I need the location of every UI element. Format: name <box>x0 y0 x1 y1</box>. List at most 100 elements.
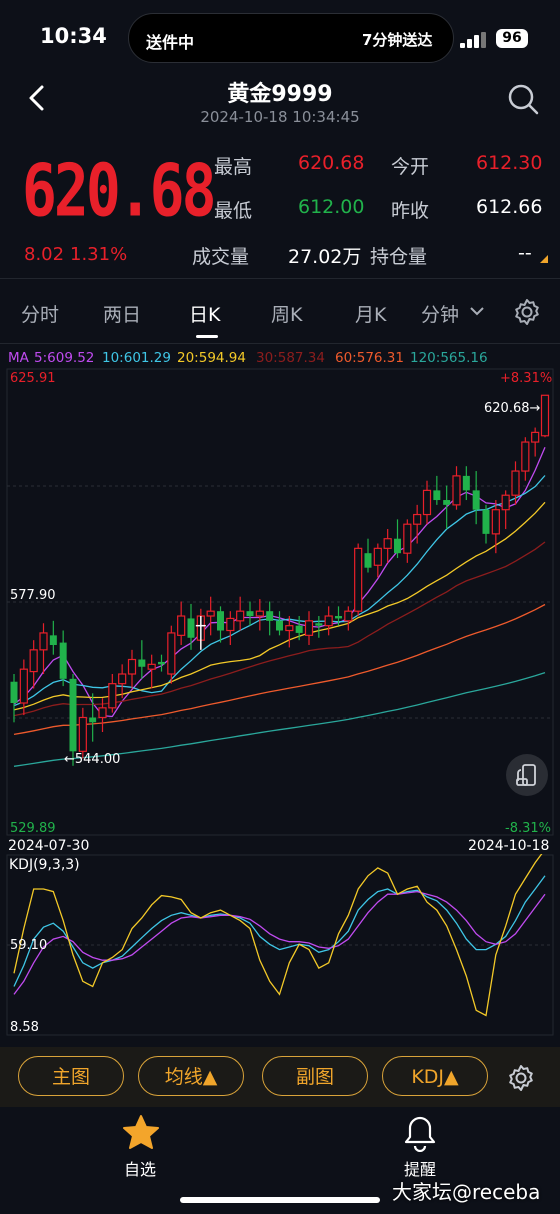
candle-body <box>315 623 323 626</box>
last-price-marker: 620.68→ <box>484 401 541 416</box>
candle-body <box>285 625 294 632</box>
candle-body <box>89 717 97 723</box>
candle-body <box>147 663 156 670</box>
open-value: 612.30 <box>476 152 543 174</box>
position-label: 持仓量 <box>370 246 428 268</box>
candle-body <box>118 673 127 685</box>
candle-body <box>226 617 235 632</box>
candle-body <box>158 661 165 665</box>
candle-body <box>59 642 67 679</box>
candle-body <box>472 490 480 510</box>
candle-body <box>266 611 274 621</box>
candle-body <box>433 490 441 501</box>
watermark: 大家坛@receba <box>392 1180 541 1204</box>
candle-body <box>452 475 461 506</box>
candle-body <box>531 431 540 443</box>
candle-body <box>482 509 490 534</box>
kdj-chart[interactable] <box>0 854 560 1038</box>
candle-body <box>78 716 87 752</box>
candlestick-chart[interactable] <box>0 368 560 838</box>
price-change-percent: 1.31% <box>70 244 128 265</box>
active-tab-indicator <box>196 335 218 338</box>
candle-body <box>127 658 137 675</box>
chart-top-percent: +8.31% <box>500 371 553 386</box>
candle-body <box>521 441 530 472</box>
tab-minute[interactable]: 分钟 <box>421 300 459 327</box>
nav-watchlist[interactable]: 自选 <box>124 1156 156 1180</box>
landscape-toggle-icon[interactable] <box>506 754 548 796</box>
tab-daily-k[interactable]: 日K <box>189 300 220 327</box>
open-label: 今开 <box>391 156 430 178</box>
candle-body <box>39 632 48 651</box>
candle-body <box>422 489 432 516</box>
candle-body <box>324 615 333 627</box>
volume-value: 27.02万 <box>288 246 362 268</box>
high-value: 620.68 <box>298 152 365 174</box>
main-chart-button[interactable]: 主图 <box>18 1056 124 1096</box>
candle-body <box>236 610 245 622</box>
candle-body <box>373 547 382 566</box>
bell-icon[interactable] <box>402 1114 438 1156</box>
ma-prefix: MA <box>8 350 29 366</box>
divider <box>0 343 560 344</box>
price-change: 8.02 <box>24 244 65 265</box>
quote-datetime: 2024-10-18 10:34:45 <box>200 108 360 126</box>
prev-close-label: 昨收 <box>391 200 430 222</box>
indicator-settings-icon[interactable] <box>507 1064 535 1096</box>
tab-intraday[interactable]: 分时 <box>21 300 59 327</box>
kdj-d-line <box>13 890 546 995</box>
start-date: 2024-07-30 <box>8 838 90 854</box>
candle-body <box>364 553 372 568</box>
candle-body <box>304 620 314 636</box>
period-low-marker: ←544.00 <box>64 752 121 767</box>
candle-body <box>462 475 470 491</box>
candle-body <box>255 610 264 617</box>
candle-body <box>69 678 77 752</box>
page-title: 黄金9999 <box>227 82 333 107</box>
kdj-indicator-button[interactable]: KDJ▲ <box>382 1056 488 1096</box>
chart-bottom-price: 529.89 <box>10 821 56 836</box>
sub-chart-button[interactable]: 副图 <box>262 1056 368 1096</box>
ma30-value: 30:587.34 <box>256 350 325 366</box>
chart-bottom-percent: -8.31% <box>505 821 551 836</box>
ma20-line <box>13 501 546 711</box>
candle-body <box>167 632 176 675</box>
candle-body <box>335 616 342 619</box>
volume-label: 成交量 <box>192 246 250 268</box>
home-indicator[interactable] <box>180 1197 380 1203</box>
high-label: 最高 <box>214 156 253 178</box>
chevron-down-icon[interactable] <box>468 303 486 322</box>
search-icon[interactable] <box>506 82 540 116</box>
kdj-k-line <box>13 875 546 987</box>
candle-body <box>511 470 520 496</box>
ma10-value: 10:601.29 <box>102 350 171 366</box>
last-price: 620.68 <box>22 148 217 233</box>
tab-weekly-k[interactable]: 周K <box>271 300 302 327</box>
kdj-title: KDJ(9,3,3) <box>9 857 80 873</box>
kdj-level-mid: 59.10 <box>10 938 48 953</box>
low-label: 最低 <box>214 200 253 222</box>
tab-monthly-k[interactable]: 月K <box>355 300 386 327</box>
ma120-value: 120:565.16 <box>410 350 488 366</box>
end-date: 2024-10-18 <box>468 838 550 854</box>
candle-body <box>403 523 412 554</box>
moving-average-button[interactable]: 均线▲ <box>138 1056 244 1096</box>
candle-body <box>344 610 353 622</box>
ma60-value: 60:576.31 <box>335 350 404 366</box>
ma20-value: 20:594.94 <box>177 350 246 366</box>
chart-mid-price: 577.90 <box>10 588 56 603</box>
candle-body <box>19 668 28 704</box>
candle-body <box>383 538 392 549</box>
candle-body <box>443 500 451 505</box>
signal-icon <box>460 32 488 48</box>
tab-two-day[interactable]: 两日 <box>103 300 141 327</box>
star-icon[interactable] <box>122 1114 160 1154</box>
candle-body <box>217 611 224 631</box>
candle-body <box>29 649 38 673</box>
candle-body <box>354 547 363 612</box>
ma10-line <box>13 475 546 707</box>
candle-body <box>49 635 57 646</box>
prev-close-value: 612.66 <box>476 196 543 218</box>
candle-body <box>108 683 117 709</box>
gear-icon[interactable] <box>513 298 541 330</box>
